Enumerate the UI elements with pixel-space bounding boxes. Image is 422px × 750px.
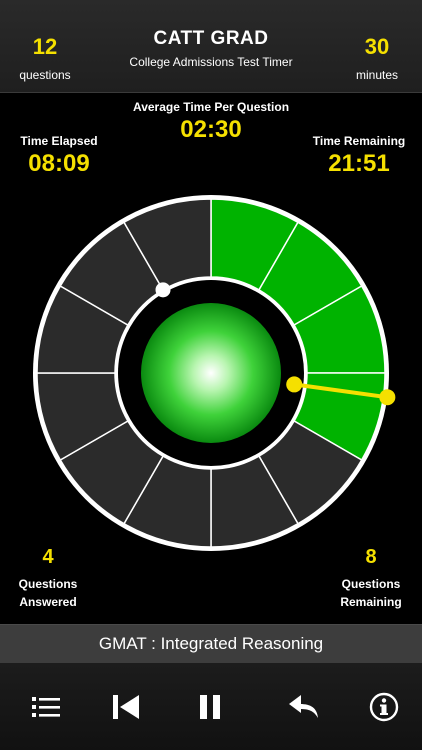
questions-remaining: 8 Questions Remaining: [316, 546, 422, 611]
timer-dial[interactable]: [0, 185, 422, 565]
time-remaining-stat: Time Remaining 21:51: [300, 134, 418, 178]
average-time-label: Average Time Per Question: [132, 100, 290, 114]
answered-label-line-1: Questions: [18, 577, 78, 591]
app-header: 12 questions CATT GRAD College Admission…: [0, 0, 422, 93]
skip-back-icon: [113, 695, 139, 719]
undo-button[interactable]: [286, 689, 322, 725]
time-remaining-label: Time Remaining: [312, 134, 406, 148]
question-marker-dot: [155, 282, 171, 298]
list-icon: [32, 697, 60, 717]
time-elapsed-stat: Time Elapsed 08:09: [4, 134, 114, 178]
test-subject-bar[interactable]: GMAT : Integrated Reasoning: [0, 624, 422, 664]
remaining-label-line-1: Questions: [341, 577, 401, 591]
elapsed-hand-outer-knob[interactable]: [379, 389, 396, 406]
remaining-label-line-2: Remaining: [340, 595, 402, 609]
undo-icon: [289, 695, 318, 718]
minutes-count: 30: [364, 34, 390, 59]
remaining-count: 8: [365, 546, 377, 568]
minutes-total: 30 minutes: [332, 34, 422, 82]
pause-button[interactable]: [192, 689, 228, 725]
time-elapsed-value: 08:09: [28, 150, 90, 177]
info-icon: [369, 692, 399, 722]
questions-answered: 4 Questions Answered: [0, 546, 103, 611]
restart-button[interactable]: [108, 689, 144, 725]
bottom-toolbar: [0, 663, 422, 750]
pause-icon: [200, 695, 220, 719]
answered-count: 4: [42, 546, 54, 568]
elapsed-hand-inner-knob[interactable]: [286, 376, 303, 393]
average-time-value: 02:30: [180, 116, 242, 143]
start-orb-button[interactable]: [141, 303, 281, 443]
time-elapsed-label: Time Elapsed: [20, 134, 98, 148]
info-button[interactable]: [366, 689, 402, 725]
minutes-label: minutes: [355, 68, 399, 82]
time-remaining-value: 21:51: [328, 150, 390, 177]
average-time-stat: Average Time Per Question 02:30: [111, 100, 311, 144]
answered-label: Questions Answered: [0, 575, 103, 611]
menu-button[interactable]: [28, 689, 64, 725]
questions-label: questions: [19, 68, 71, 82]
answered-label-line-2: Answered: [19, 595, 77, 609]
remaining-label: Questions Remaining: [316, 575, 422, 611]
